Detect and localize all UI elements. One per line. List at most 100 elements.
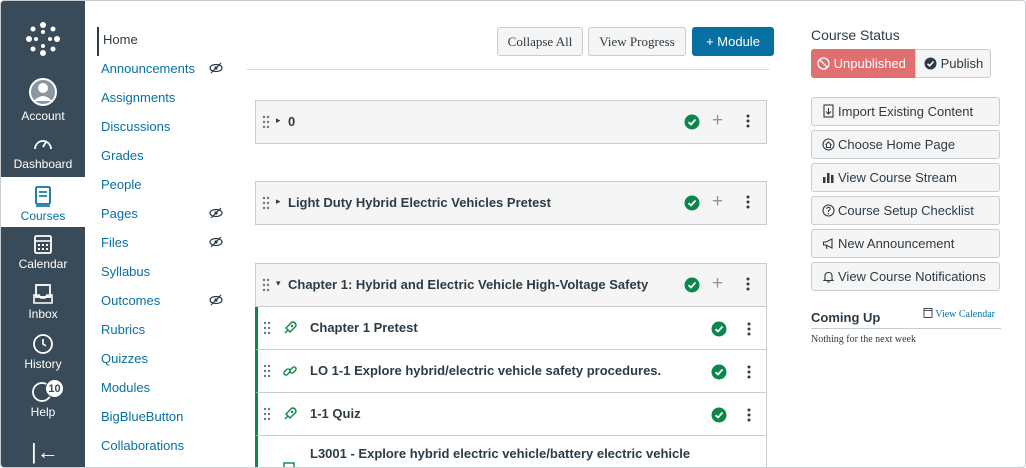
module-item-title[interactable]: L3001 - Explore hybrid electric vehicle/… [310,446,690,461]
global-nav-inbox[interactable]: Inbox [1,283,85,333]
course-nav-discussions[interactable]: Discussions [97,114,237,143]
view-calendar-label: View Calendar [935,309,995,320]
collapse-triangle-icon[interactable]: ▾ [276,278,281,289]
published-check-icon[interactable] [684,114,700,130]
global-nav-calendar[interactable]: Calendar [1,233,85,283]
drag-handle-icon[interactable] [262,196,270,210]
course-nav-pages[interactable]: Pages [97,201,237,230]
button-label: New Announcement [838,236,955,251]
course-nav-modules[interactable]: Modules [97,375,237,404]
kebab-menu-icon[interactable] [746,276,750,292]
view-progress-button[interactable]: View Progress [588,27,686,56]
course-nav-label: Outcomes [101,293,161,308]
global-navigation: Account Dashboard Courses Calendar Inbox… [1,1,85,467]
module-item-title[interactable]: LO 1-1 Explore hybrid/electric vehicle s… [310,363,661,378]
global-nav-courses[interactable]: Courses [1,177,85,227]
module-item[interactable]: 1-1 Quiz [255,393,767,436]
published-check-icon[interactable] [684,195,700,211]
bar-chart-icon [823,173,834,183]
collapse-nav-icon[interactable]: |← [31,441,59,463]
published-check-icon[interactable] [711,321,727,337]
course-nav-label: Files [101,235,129,250]
quiz-rocket-icon [284,321,297,334]
question-circle-icon [822,204,835,217]
published-check-icon[interactable] [711,364,727,380]
global-nav-label: Dashboard [13,157,73,171]
course-sidebar: Course Status Unpublished Publish Import… [811,27,1001,345]
course-nav-label: Pages [101,206,138,221]
check-circle-icon [924,57,937,70]
add-item-plus-icon[interactable]: + [712,110,723,132]
coming-up-header: Coming Up View Calendar [811,307,1001,329]
global-nav-label: Inbox [28,307,58,321]
drag-handle-icon[interactable] [262,278,270,292]
publish-button[interactable]: Publish [915,49,991,78]
global-nav-label: Account [21,109,65,123]
divider [247,69,769,70]
add-item-plus-icon[interactable]: + [712,191,723,213]
view-calendar-link[interactable]: View Calendar [923,307,995,320]
module-header[interactable]: ▸ Light Duty Hybrid Electric Vehicles Pr… [255,181,767,225]
course-nav-people[interactable]: People [97,172,237,201]
course-setup-checklist-button[interactable]: Course Setup Checklist [811,196,1000,225]
module-item[interactable]: LO 1-1 Explore hybrid/electric vehicle s… [255,350,767,393]
calendar-icon [923,308,933,318]
course-nav-assignments[interactable]: Assignments [97,85,237,114]
help-notification-badge: 10 [45,379,64,398]
choose-home-page-button[interactable]: Choose Home Page [811,130,1000,159]
canvas-logo-icon[interactable] [25,21,61,57]
global-nav-label: Courses [20,209,66,223]
published-check-icon[interactable] [684,277,700,293]
calendar-icon [34,235,52,254]
published-check-icon[interactable] [711,407,727,423]
module-item-title[interactable]: 1-1 Quiz [310,406,361,421]
module-item-title[interactable]: Chapter 1 Pretest [310,320,418,335]
home-page-icon [822,138,835,151]
course-nav-home[interactable]: Home [97,27,237,56]
import-existing-content-button[interactable]: Import Existing Content [811,97,1000,126]
hidden-eye-icon [209,207,223,219]
global-nav-label: History [24,357,62,371]
course-nav-rubrics[interactable]: Rubrics [97,317,237,346]
module-header[interactable]: ▸ 0 + [255,100,767,144]
course-nav-grades[interactable]: Grades [97,143,237,172]
module-header[interactable]: ▾ Chapter 1: Hybrid and Electric Vehicle… [255,263,767,307]
kebab-menu-icon[interactable] [747,321,751,337]
view-course-stream-button[interactable]: View Course Stream [811,163,1000,192]
view-course-notifications-button[interactable]: View Course Notifications [811,262,1000,291]
global-nav-account[interactable]: Account [1,77,85,127]
course-nav-collaborations[interactable]: Collaborations [97,433,237,462]
course-nav-announcements[interactable]: Announcements [97,56,237,85]
course-nav-bigbluebutton[interactable]: BigBlueButton [97,404,237,433]
course-nav-syllabus[interactable]: Syllabus [97,259,237,288]
global-nav-dashboard[interactable]: Dashboard [1,133,85,183]
global-nav-history[interactable]: History [1,333,85,383]
course-nav-outcomes[interactable]: Outcomes [97,288,237,317]
button-label: View Course Stream [838,170,957,185]
canvas-course-modules-page: Account Dashboard Courses Calendar Inbox… [0,0,1026,468]
collapse-all-button[interactable]: Collapse All [497,27,583,56]
unpublished-button[interactable]: Unpublished [811,49,915,78]
expand-triangle-icon[interactable]: ▸ [276,196,281,207]
kebab-menu-icon[interactable] [746,194,750,210]
kebab-menu-icon[interactable] [747,407,751,423]
course-nav-files[interactable]: Files [97,230,237,259]
global-nav-help[interactable]: 10 Help [1,379,85,429]
drag-handle-icon[interactable] [263,364,271,378]
coming-up-heading: Coming Up [811,310,881,325]
module-title: 0 [288,114,296,129]
drag-handle-icon[interactable] [262,115,270,129]
kebab-menu-icon[interactable] [747,364,751,380]
add-item-plus-icon[interactable]: + [712,273,723,295]
add-module-button[interactable]: + Module [692,27,774,56]
new-announcement-button[interactable]: New Announcement [811,229,1000,258]
drag-handle-icon[interactable] [263,407,271,421]
module-item[interactable]: Chapter 1 Pretest [255,307,767,350]
module-item[interactable]: L3001 - Explore hybrid electric vehicle/… [255,436,767,467]
expand-triangle-icon[interactable]: ▸ [276,115,281,126]
kebab-menu-icon[interactable] [746,113,750,129]
import-icon [823,104,834,118]
course-nav-quizzes[interactable]: Quizzes [97,346,237,375]
drag-handle-icon[interactable] [263,321,271,335]
courses-book-icon [35,186,51,207]
